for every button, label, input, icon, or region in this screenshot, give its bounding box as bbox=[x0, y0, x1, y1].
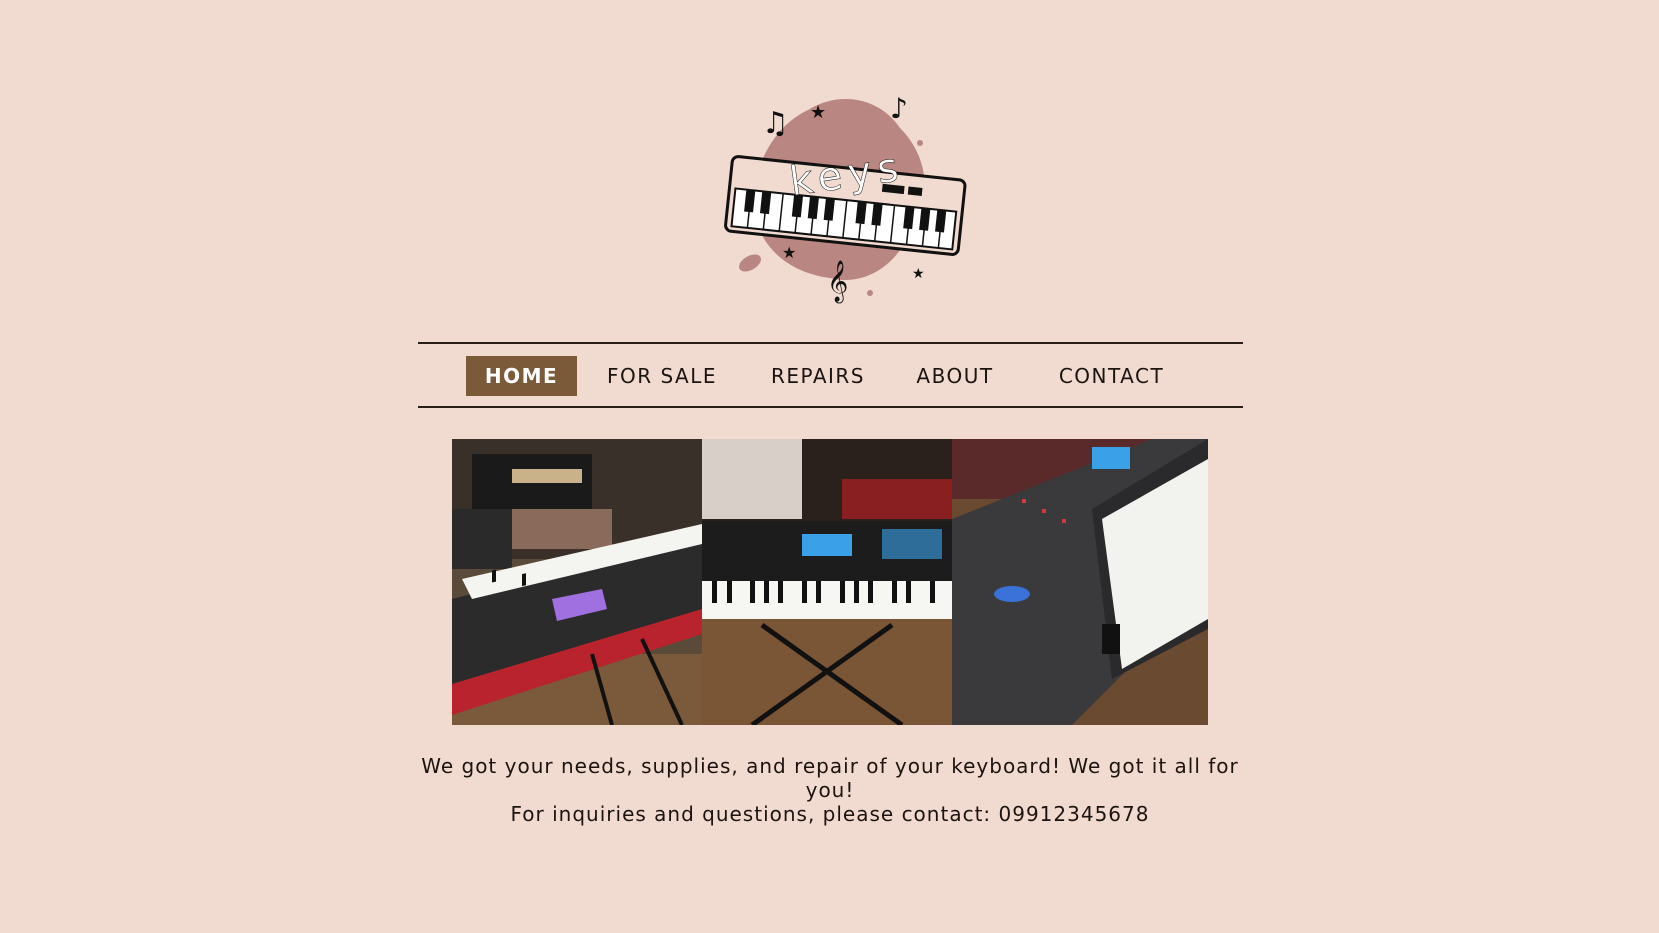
main-nav: HOME FOR SALE REPAIRS ABOUT CONTACT bbox=[418, 342, 1243, 408]
keyboard-photo-front bbox=[702, 439, 952, 725]
music-note-icon: ♫ bbox=[762, 106, 789, 141]
star-icon: ★ bbox=[912, 266, 925, 282]
star-icon: ★ bbox=[810, 102, 826, 123]
music-note-icon: ♪ bbox=[890, 92, 908, 125]
keyboard-photo-angled bbox=[452, 439, 702, 725]
nav-repairs[interactable]: REPAIRS bbox=[768, 356, 868, 396]
treble-clef-icon: 𝄞 bbox=[827, 260, 848, 303]
nav-about[interactable]: ABOUT bbox=[910, 356, 1000, 396]
nav-home[interactable]: HOME bbox=[466, 356, 577, 396]
nav-for-sale[interactable]: FOR SALE bbox=[603, 356, 721, 396]
intro-text: We got your needs, supplies, and repair … bbox=[420, 754, 1240, 826]
star-icon: ★ bbox=[782, 243, 796, 262]
keyboard-gallery bbox=[452, 439, 1208, 725]
nav-contact[interactable]: CONTACT bbox=[1054, 356, 1169, 396]
intro-line-1: We got your needs, supplies, and repair … bbox=[421, 754, 1239, 802]
site-logo[interactable]: ♫ ♪ 𝄞 ★ ★ ★ keys bbox=[720, 88, 970, 313]
keyboard-photo-side bbox=[952, 439, 1208, 725]
intro-line-2: For inquiries and questions, please cont… bbox=[510, 802, 1150, 826]
